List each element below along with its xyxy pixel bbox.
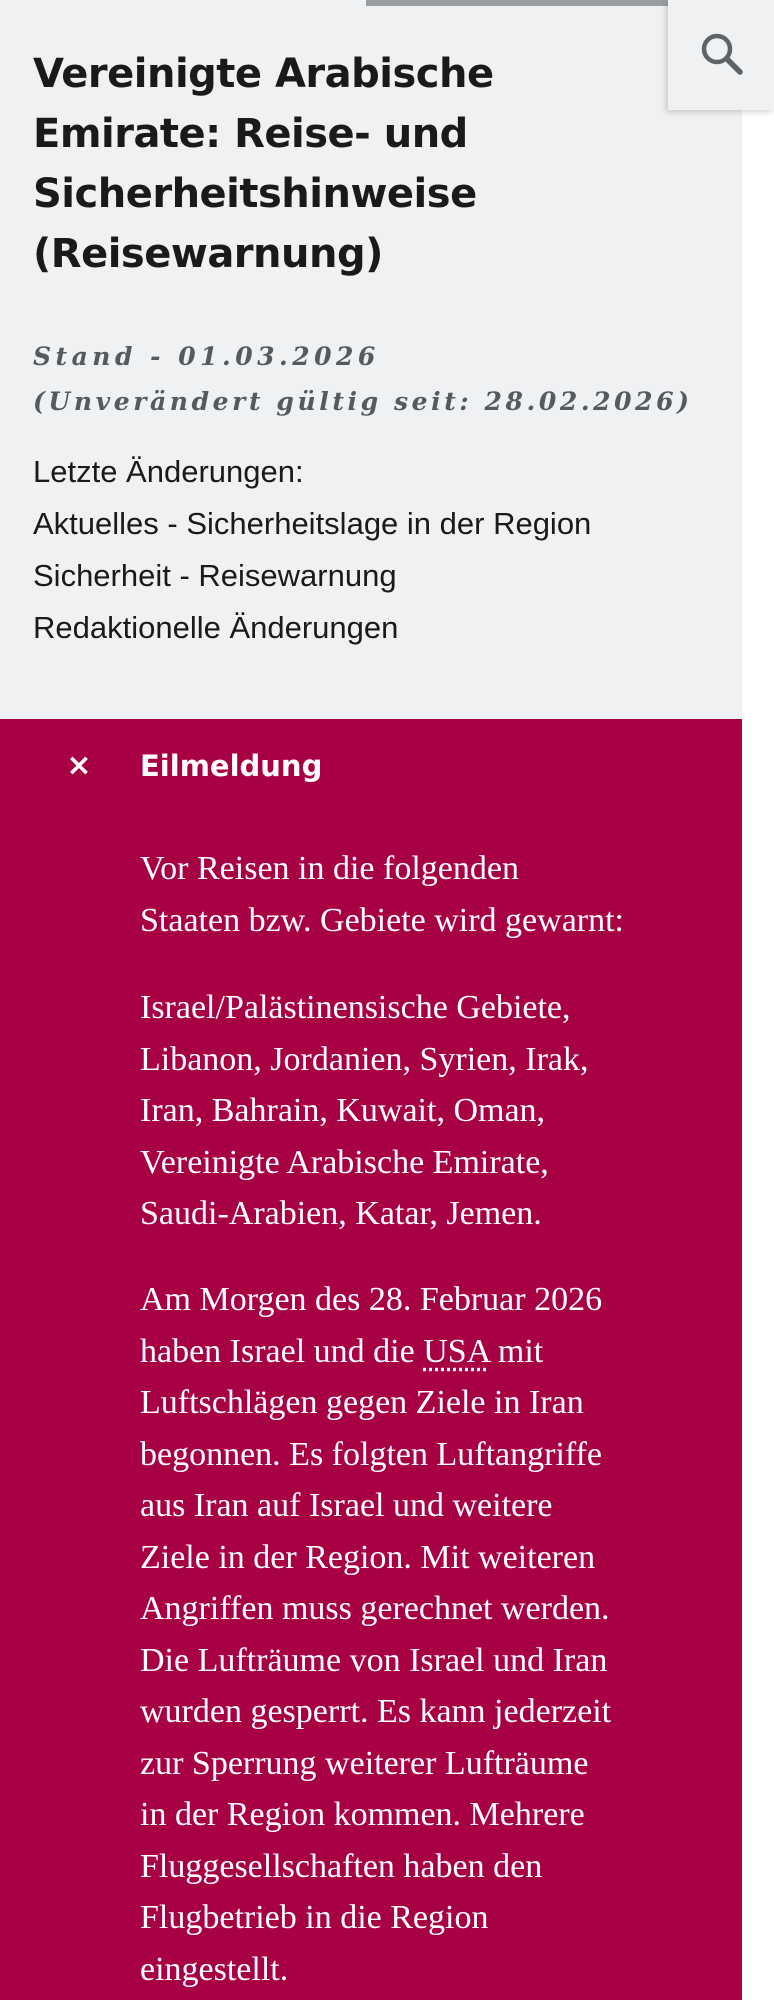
scroll-progress-bar bbox=[366, 0, 668, 6]
unchanged-since-date: (Unverändert gültig seit: 28.02.2026) bbox=[33, 387, 693, 416]
latest-changes: Letzte Änderungen: Aktuelles - Sicherhei… bbox=[33, 446, 591, 654]
usa-abbreviation-link[interactable]: USA bbox=[423, 1333, 489, 1370]
alert-text-line: zur Sperrung weiterer Lufträume bbox=[140, 1744, 589, 1782]
alert-text-line: Saudi-Arabien, Katar, Jemen. bbox=[140, 1195, 542, 1232]
alert-paragraph-warning: Vor Reisen in die folgenden Staaten bzw.… bbox=[140, 843, 740, 946]
change-item: Sicherheit - Reisewarnung bbox=[33, 558, 397, 593]
alert-text-line: haben Israel und die USA mit bbox=[140, 1326, 740, 1378]
alert-text-fragment: haben Israel und die bbox=[140, 1332, 424, 1370]
alert-text-line: aus Iran auf Israel und weitere bbox=[140, 1487, 553, 1524]
alert-text-line: Die Lufträume von Israel und Iran bbox=[140, 1641, 608, 1679]
alert-title: Eilmeldung bbox=[140, 749, 323, 783]
page-title-line: Emirate: Reise- und bbox=[33, 111, 468, 157]
page-title-line: Sicherheitshinweise bbox=[33, 171, 477, 217]
alert-text-line: Fluggesellschaften haben den bbox=[140, 1847, 543, 1885]
alert-text-line: Flugbetrieb in die Region bbox=[140, 1899, 489, 1936]
alert-text-line: Israel/Palästinensische Gebiete, bbox=[140, 989, 571, 1026]
page-title-line: (Reisewarnung) bbox=[33, 231, 383, 277]
alert-text-line: Vereinigte Arabische Emirate, bbox=[140, 1143, 549, 1181]
alert-text-line: Am Morgen des 28. Februar 2026 bbox=[140, 1281, 603, 1318]
alert-text-line: Ziele in der Region. Mit weiteren bbox=[140, 1538, 596, 1576]
alert-text-line: Staaten bzw. Gebiete wird gewarnt: bbox=[140, 901, 625, 939]
page-title-line: Vereinigte Arabische bbox=[33, 51, 494, 97]
alert-paragraph-countries: Israel/Palästinensische Gebiete, Libanon… bbox=[140, 982, 740, 1240]
alert-text-line: in der Region kommen. Mehrere bbox=[140, 1796, 585, 1833]
alert-text-line: Angriffen muss gerechnet werden. bbox=[140, 1590, 610, 1627]
latest-changes-heading: Letzte Änderungen: bbox=[33, 454, 304, 489]
change-item: Redaktionelle Änderungen bbox=[33, 610, 399, 645]
alert-paragraph-situation: Am Morgen des 28. Februar 2026 haben Isr… bbox=[140, 1274, 740, 1995]
change-item: Aktuelles - Sicherheitslage in der Regio… bbox=[33, 506, 592, 541]
alert-text-line: eingestellt. bbox=[140, 1950, 289, 1988]
page-title: Vereinigte Arabische Emirate: Reise- und… bbox=[33, 44, 593, 284]
alert-text-line: wurden gesperrt. Es kann jederzeit bbox=[140, 1693, 612, 1730]
alert-text-line: Iran, Bahrain, Kuwait, Oman, bbox=[140, 1092, 546, 1129]
alert-text-fragment: mit bbox=[489, 1332, 544, 1370]
alert-text-line: Vor Reisen in die folgenden bbox=[140, 850, 519, 887]
search-button[interactable] bbox=[668, 0, 774, 110]
search-icon bbox=[698, 30, 744, 80]
alert-text-line: Luftschlägen gegen Ziele in Iran bbox=[140, 1384, 584, 1421]
alert-text-line: begonnen. Es folgten Luftangriffe bbox=[140, 1435, 603, 1473]
stand-date: Stand - 01.03.2026 bbox=[33, 342, 380, 371]
close-alert-button[interactable]: × bbox=[64, 746, 94, 786]
alert-text-line: Libanon, Jordanien, Syrien, Irak, bbox=[140, 1040, 589, 1078]
